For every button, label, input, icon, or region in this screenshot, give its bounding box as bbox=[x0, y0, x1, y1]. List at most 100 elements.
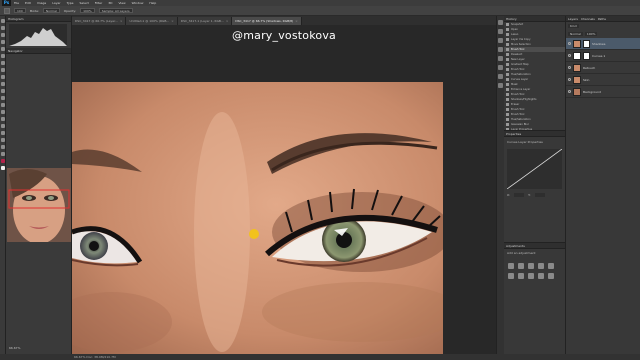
type-tool-icon[interactable] bbox=[1, 124, 5, 128]
document-tab[interactable]: DSC_3417 @ 66.7% (Layer... × bbox=[72, 17, 127, 25]
color-balance-icon[interactable] bbox=[518, 273, 524, 279]
history-icon[interactable] bbox=[498, 20, 503, 25]
brush-tool-icon[interactable] bbox=[1, 68, 5, 72]
eraser-tool-icon[interactable] bbox=[1, 89, 5, 93]
actions-icon[interactable] bbox=[498, 29, 503, 34]
swatches-icon[interactable] bbox=[498, 38, 503, 43]
navigator-zoom-value[interactable]: 66.67% bbox=[9, 346, 20, 350]
background-color-swatch[interactable] bbox=[1, 166, 5, 170]
history-state-icon bbox=[506, 103, 509, 106]
channel-mixer-icon[interactable] bbox=[548, 273, 554, 279]
visibility-eye-icon[interactable] bbox=[568, 66, 571, 69]
document-tab[interactable]: DSC_3417-1 (Layer 1, RGB... × bbox=[177, 17, 233, 25]
clone-stamp-tool-icon[interactable] bbox=[1, 75, 5, 79]
layer-row[interactable]: Background bbox=[566, 86, 640, 98]
layer-row[interactable]: Skin bbox=[566, 74, 640, 86]
pen-tool-icon[interactable] bbox=[1, 117, 5, 121]
levels-icon[interactable] bbox=[518, 263, 524, 269]
close-tab-icon[interactable]: × bbox=[226, 17, 229, 25]
menu-item-3d[interactable]: 3D bbox=[108, 1, 112, 5]
layer-row[interactable]: Retouch bbox=[566, 62, 640, 74]
sample-select[interactable]: Sample: All Layers bbox=[98, 8, 133, 13]
menu-item-layer[interactable]: Layer bbox=[52, 1, 60, 5]
menu-item-window[interactable]: Window bbox=[132, 1, 144, 5]
history-item-label: Enhance Layer bbox=[511, 88, 531, 91]
menu-item-file[interactable]: File bbox=[14, 1, 19, 5]
character-icon[interactable] bbox=[498, 56, 503, 61]
layer-row[interactable]: Shadows bbox=[566, 38, 640, 50]
marquee-tool-icon[interactable] bbox=[1, 26, 5, 30]
menu-item-select[interactable]: Select bbox=[80, 1, 89, 5]
visibility-eye-icon[interactable] bbox=[568, 90, 571, 93]
brightness-contrast-icon[interactable] bbox=[508, 263, 514, 269]
document-tab[interactable]: DSC_3417 @ 66.7% (Shadows, RGB/8) × bbox=[232, 17, 302, 25]
info-icon[interactable] bbox=[498, 74, 503, 79]
dodge-tool-icon[interactable] bbox=[1, 110, 5, 114]
layer-opacity-field[interactable]: 100% bbox=[584, 32, 598, 36]
history-item-label: Lasso bbox=[511, 33, 519, 36]
menu-item-edit[interactable]: Edit bbox=[25, 1, 31, 5]
paragraph-icon[interactable] bbox=[498, 65, 503, 70]
menu-item-filter[interactable]: Filter bbox=[95, 1, 102, 5]
menu-item-view[interactable]: View bbox=[118, 1, 125, 5]
canvas-area[interactable]: @mary_vostokova bbox=[72, 25, 496, 354]
navigator-panel-title[interactable]: Navigator bbox=[6, 48, 71, 54]
move-tool-icon[interactable] bbox=[1, 19, 5, 23]
exposure-icon[interactable] bbox=[538, 263, 544, 269]
visibility-eye-icon[interactable] bbox=[568, 42, 571, 45]
healing-brush-tool-icon[interactable] bbox=[1, 61, 5, 65]
brush-size-field[interactable]: 100 bbox=[14, 8, 26, 13]
photo-canvas[interactable] bbox=[72, 82, 443, 354]
brush-tool-icon[interactable] bbox=[4, 7, 10, 14]
navigator-thumbnail[interactable] bbox=[7, 168, 71, 242]
blend-mode-select[interactable]: Normal bbox=[568, 32, 583, 36]
document-tab[interactable]: Untitled-1 @ 100% (RGB... × bbox=[126, 17, 178, 25]
curves-icon[interactable] bbox=[528, 263, 534, 269]
mode-select[interactable]: Normal bbox=[42, 8, 60, 13]
history-item-label: Layer Via Copy bbox=[511, 38, 531, 41]
vibrance-icon[interactable] bbox=[548, 263, 554, 269]
tab-channels[interactable]: Channels bbox=[581, 16, 595, 21]
menu-item-help[interactable]: Help bbox=[149, 1, 156, 5]
hand-tool-icon[interactable] bbox=[1, 145, 5, 149]
visibility-eye-icon[interactable] bbox=[568, 54, 571, 57]
blur-tool-icon[interactable] bbox=[1, 103, 5, 107]
visibility-eye-icon[interactable] bbox=[568, 78, 571, 81]
histogram-graph bbox=[9, 24, 67, 46]
crop-tool-icon[interactable] bbox=[1, 47, 5, 51]
close-tab-icon[interactable]: × bbox=[120, 17, 123, 25]
shape-tool-icon[interactable] bbox=[1, 138, 5, 142]
input-x-field[interactable] bbox=[514, 193, 525, 197]
options-bar: 100 Mode: Normal Opacity: 100% Sample: A… bbox=[0, 6, 640, 16]
layer-row[interactable]: Curves 1 bbox=[566, 50, 640, 62]
layer-mask-thumbnail[interactable] bbox=[583, 51, 590, 60]
layer-filter-kind[interactable]: Kind bbox=[568, 24, 579, 28]
menu-item-type[interactable]: Type bbox=[67, 1, 74, 5]
input-y-field[interactable] bbox=[534, 193, 545, 197]
layer-mask-thumbnail[interactable] bbox=[583, 39, 590, 48]
eyedropper-tool-icon[interactable] bbox=[1, 54, 5, 58]
path-select-tool-icon[interactable] bbox=[1, 131, 5, 135]
close-tab-icon[interactable]: × bbox=[171, 17, 174, 25]
opacity-field[interactable]: 100% bbox=[80, 8, 95, 13]
photo-filter-icon[interactable] bbox=[538, 273, 544, 279]
layer-thumbnail bbox=[573, 63, 581, 72]
close-tab-icon[interactable]: × bbox=[295, 17, 298, 25]
black-white-icon[interactable] bbox=[528, 273, 534, 279]
brush-settings-icon[interactable] bbox=[498, 47, 503, 52]
lasso-tool-icon[interactable] bbox=[1, 33, 5, 37]
layer-name: Background bbox=[583, 89, 601, 94]
hue-saturation-icon[interactable] bbox=[508, 273, 514, 279]
gradient-tool-icon[interactable] bbox=[1, 96, 5, 100]
history-brush-tool-icon[interactable] bbox=[1, 82, 5, 86]
menu-item-image[interactable]: Image bbox=[37, 1, 46, 5]
history-state-icon bbox=[506, 98, 509, 101]
foreground-color-swatch[interactable] bbox=[1, 159, 5, 163]
curves-graph[interactable] bbox=[506, 148, 563, 190]
zoom-tool-icon[interactable] bbox=[1, 152, 5, 156]
quick-select-tool-icon[interactable] bbox=[1, 40, 5, 44]
tab-layers[interactable]: Layers bbox=[568, 16, 578, 21]
libraries-icon[interactable] bbox=[498, 83, 503, 88]
tab-paths[interactable]: Paths bbox=[598, 16, 606, 21]
histogram-panel-title[interactable]: Histogram bbox=[6, 16, 71, 22]
